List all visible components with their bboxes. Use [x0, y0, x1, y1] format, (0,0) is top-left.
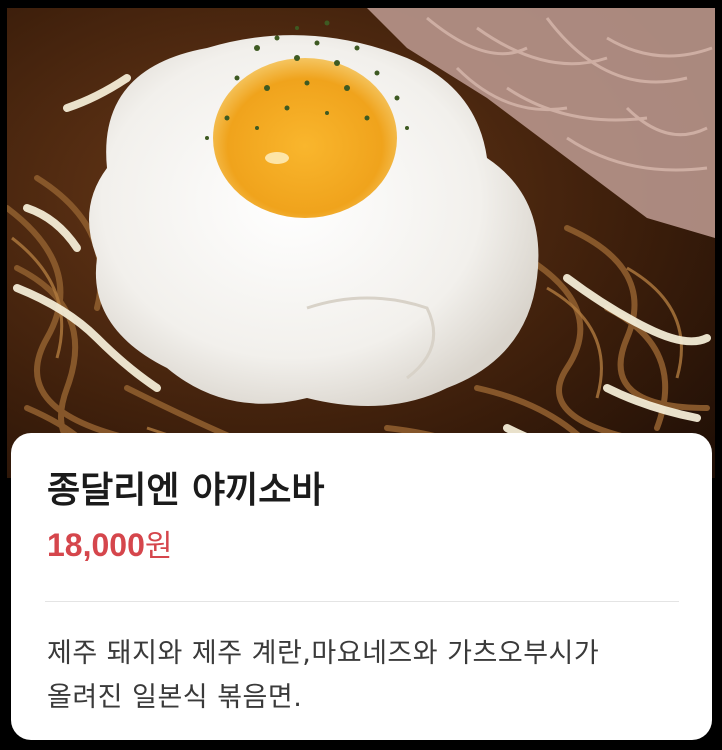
modal-frame: 종달리엔 야끼소바 18,000원 제주 돼지와 제주 계란,마요네즈와 가츠오… [0, 0, 722, 750]
menu-item-card: 종달리엔 야끼소바 18,000원 제주 돼지와 제주 계란,마요네즈와 가츠오… [11, 433, 712, 740]
menu-item-description: 제주 돼지와 제주 계란,마요네즈와 가츠오부시가 올려진 일본식 볶음면. [47, 638, 600, 713]
menu-item-title: 종달리엔 야끼소바 [47, 470, 325, 511]
price-unit: 원 [144, 529, 173, 564]
menu-item-price: 18,000원 [47, 523, 172, 574]
food-photo-illustration [7, 8, 715, 478]
food-photo [7, 8, 715, 478]
price-amount: 18,000 [47, 527, 145, 563]
divider [45, 601, 679, 602]
